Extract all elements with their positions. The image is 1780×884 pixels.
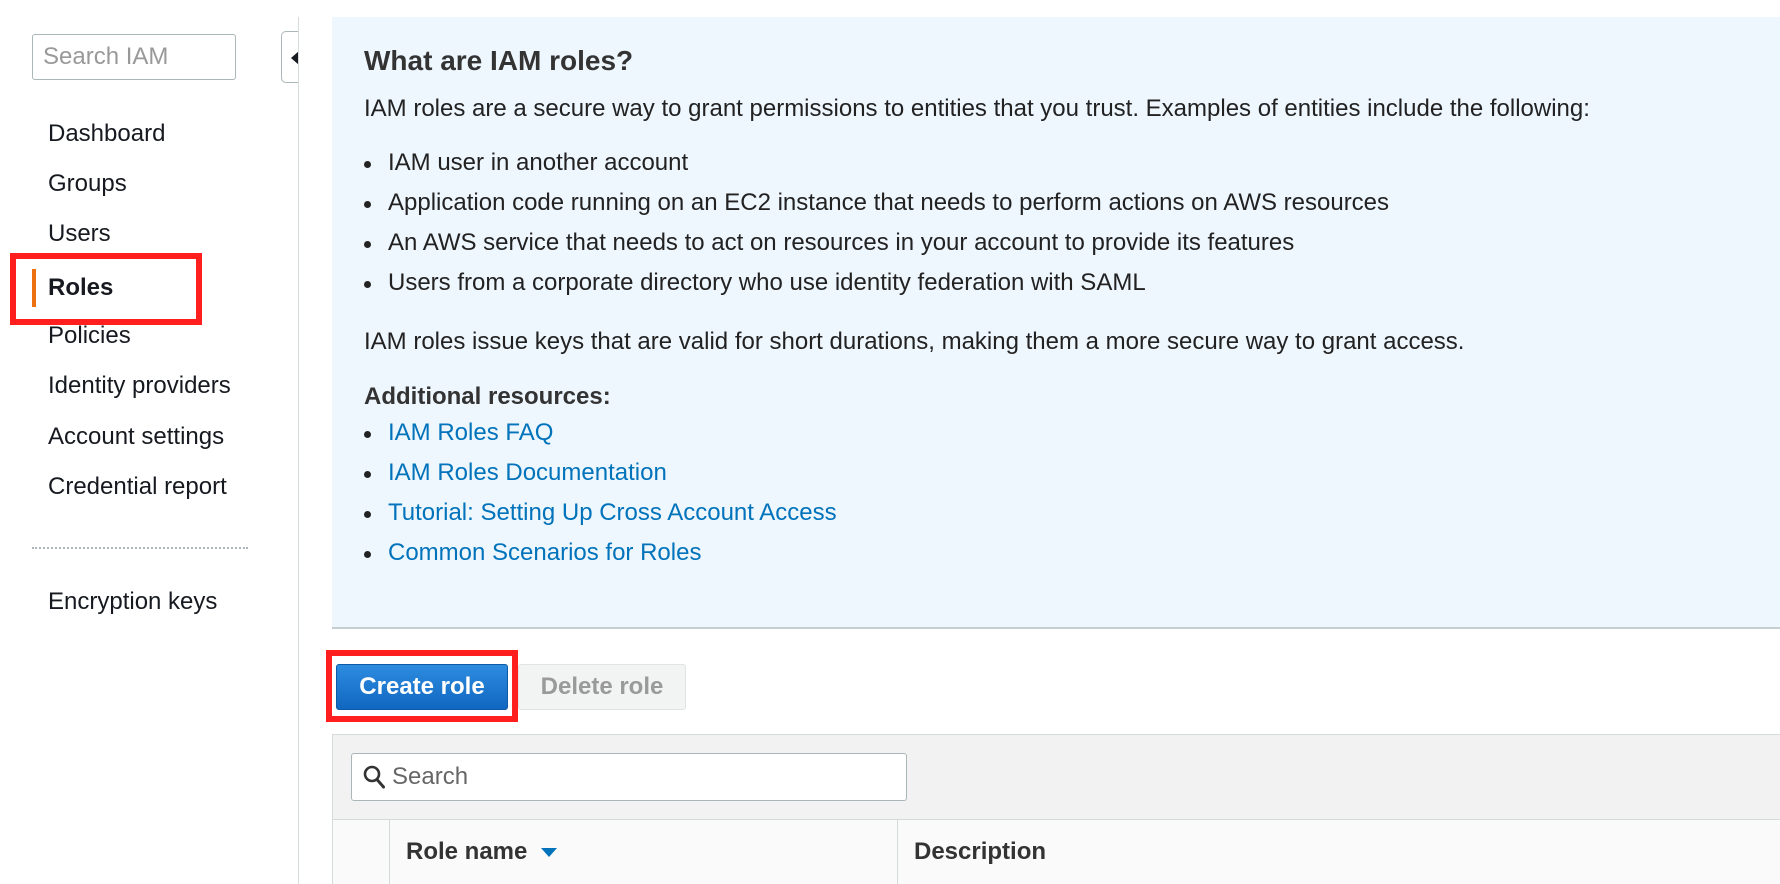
sidebar-item-identity-providers[interactable]: Identity providers <box>48 372 231 400</box>
info-title: What are IAM roles? <box>364 45 634 76</box>
sidebar-divider <box>298 17 299 884</box>
list-item: Common Scenarios for Roles <box>364 533 837 573</box>
nav-divider <box>32 547 248 549</box>
search-icon <box>363 765 385 789</box>
info-note: IAM roles issue keys that are valid for … <box>364 328 1465 355</box>
examples-list: IAM user in another account Application … <box>364 143 1389 303</box>
link-iam-roles-documentation[interactable]: IAM Roles Documentation <box>388 459 667 486</box>
list-item: Tutorial: Setting Up Cross Account Acces… <box>364 493 837 533</box>
sidebar-item-credential-report[interactable]: Credential report <box>48 473 227 501</box>
role-search-input[interactable] <box>392 754 892 800</box>
create-role-highlight-box <box>326 650 518 722</box>
iam-roles-info-panel: What are IAM roles? IAM roles are a secu… <box>332 17 1780 629</box>
delete-role-button[interactable]: Delete role <box>518 664 686 710</box>
column-label: Description <box>914 838 1047 865</box>
resources-list: IAM Roles FAQ IAM Roles Documentation Tu… <box>364 413 837 573</box>
resources-heading: Additional resources: <box>364 383 611 410</box>
role-name-column-header[interactable]: Role name <box>390 820 898 884</box>
list-item: Users from a corporate directory who use… <box>364 263 1389 303</box>
sidebar-item-policies[interactable]: Policies <box>48 322 131 350</box>
list-item: IAM Roles Documentation <box>364 453 837 493</box>
list-item: Application code running on an EC2 insta… <box>364 183 1389 223</box>
link-iam-roles-faq[interactable]: IAM Roles FAQ <box>388 419 553 446</box>
roles-highlight-box <box>10 253 202 325</box>
sidebar-item-dashboard[interactable]: Dashboard <box>48 120 165 148</box>
link-common-scenarios[interactable]: Common Scenarios for Roles <box>388 539 701 566</box>
sidebar-item-groups[interactable]: Groups <box>48 170 127 198</box>
role-search-box <box>351 753 907 801</box>
sort-descending-icon <box>541 847 558 857</box>
search-iam-input[interactable] <box>32 34 236 80</box>
info-intro: IAM roles are a secure way to grant perm… <box>364 95 1590 122</box>
list-item: An AWS service that needs to act on reso… <box>364 223 1389 263</box>
list-item: IAM Roles FAQ <box>364 413 837 453</box>
select-column-header <box>333 820 390 884</box>
sidebar-item-encryption-keys[interactable]: Encryption keys <box>48 588 217 616</box>
table-toolbar <box>332 734 1780 820</box>
link-tutorial-cross-account[interactable]: Tutorial: Setting Up Cross Account Acces… <box>388 499 837 526</box>
sidebar-item-account-settings[interactable]: Account settings <box>48 423 224 451</box>
sidebar-item-users[interactable]: Users <box>48 220 111 248</box>
list-item: IAM user in another account <box>364 143 1389 183</box>
sidebar-collapse-button[interactable] <box>281 31 299 83</box>
description-column-header: Description <box>898 820 1780 884</box>
roles-table-header: Role name Description <box>332 820 1780 884</box>
column-label: Role name <box>406 838 528 865</box>
